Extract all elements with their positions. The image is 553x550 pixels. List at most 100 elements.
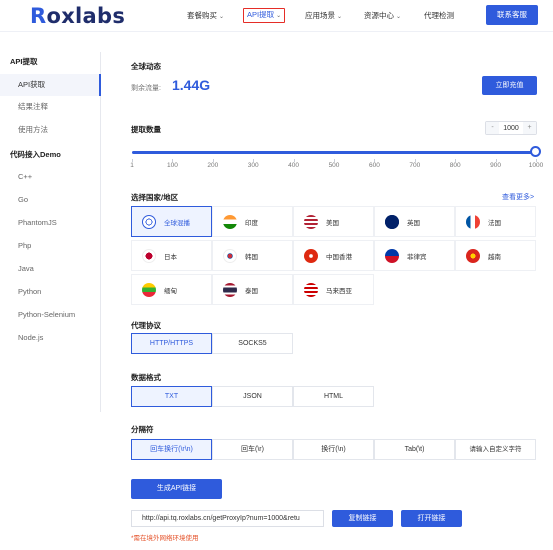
chevron-down-icon: ⌄ — [219, 14, 225, 20]
region-label: 全球混播 — [164, 219, 190, 227]
sidebar-item-nodejs[interactable]: Node.js — [0, 327, 101, 349]
separator-title: 分隔符 — [131, 425, 154, 434]
chevron-down-icon: ⌄ — [337, 14, 343, 20]
usa-flag-icon — [304, 214, 318, 229]
myanmar-flag-icon — [142, 282, 156, 297]
separator-cr-option[interactable]: 回车(\r) — [212, 439, 293, 460]
france-flag-icon — [466, 214, 480, 229]
sidebar-item-usage[interactable]: 使用方法 — [0, 119, 101, 141]
region-option[interactable]: 缅甸 — [131, 274, 212, 305]
open-link-button[interactable]: 打开链接 — [401, 510, 462, 527]
sidebar-item-java[interactable]: Java — [0, 258, 101, 280]
contact-support-button[interactable]: 联系客服 — [486, 5, 538, 25]
format-json-option[interactable]: JSON — [212, 386, 293, 407]
nav-packages[interactable]: 套餐购买 ⌄ — [187, 8, 224, 23]
region-option[interactable]: 法国 — [455, 206, 536, 237]
sidebar-group-api: API提取 — [10, 57, 38, 66]
region-option[interactable]: 日本 — [131, 240, 212, 271]
protocol-socks5-option[interactable]: SOCKS5 — [212, 333, 293, 354]
hongkong-flag-icon — [304, 248, 318, 263]
protocol-http-option[interactable]: HTTP/HTTPS — [131, 333, 212, 354]
region-option[interactable]: 中国香港 — [293, 240, 374, 271]
region-label: 韩国 — [245, 253, 258, 261]
chevron-down-icon: ⌄ — [396, 14, 402, 20]
copy-link-button[interactable]: 复制链接 — [332, 510, 393, 527]
slider-tick-label: 400 — [288, 162, 300, 169]
region-option[interactable]: 越南 — [455, 240, 536, 271]
region-label: 美国 — [326, 219, 339, 227]
api-url-field[interactable]: http://api.tq.roxlabs.cn/getProxyIp?num=… — [131, 510, 324, 527]
region-label: 日本 — [164, 253, 177, 261]
sidebar-item-phantomjs[interactable]: PhantomJS — [0, 212, 101, 234]
quantity-slider-track[interactable] — [132, 151, 536, 154]
slider-tick-label: 200 — [207, 162, 219, 169]
globe-icon — [142, 214, 156, 229]
nav-resources[interactable]: 资源中心 ⌄ — [364, 8, 401, 23]
separator-crlf-option[interactable]: 回车换行(\r\n) — [131, 439, 212, 460]
region-option[interactable]: 韩国 — [212, 240, 293, 271]
nav-proxy-check[interactable]: 代理检测 — [424, 8, 454, 23]
separator-tab-option[interactable]: Tab(\t) — [374, 439, 455, 460]
recharge-button[interactable]: 立即充值 — [482, 76, 537, 95]
quantity-title: 提取数量 — [131, 125, 161, 134]
traffic-title: 全球动态 — [131, 62, 161, 71]
roxlabs-logo[interactable]: Roxlabs — [30, 4, 125, 28]
view-more-link[interactable]: 查看更多> — [502, 192, 534, 202]
sidebar-item-python-selenium[interactable]: Python-Selenium — [0, 304, 101, 326]
vietnam-flag-icon — [466, 248, 480, 263]
sidebar-item-php[interactable]: Php — [0, 235, 101, 257]
japan-flag-icon — [142, 248, 156, 263]
philippines-flag-icon — [385, 248, 399, 263]
quantity-stepper: - 1000 + — [485, 121, 537, 135]
decrement-button[interactable]: - — [486, 122, 499, 134]
increment-button[interactable]: + — [523, 122, 536, 134]
format-title: 数据格式 — [131, 373, 161, 382]
quantity-input[interactable]: 1000 — [499, 125, 523, 132]
korea-flag-icon — [223, 248, 237, 263]
region-label: 印度 — [245, 219, 258, 227]
region-option[interactable]: 菲律宾 — [374, 240, 455, 271]
region-label: 泰国 — [245, 287, 258, 295]
region-label: 越南 — [488, 253, 501, 261]
sidebar-item-result-notes[interactable]: 结果注释 — [0, 96, 101, 118]
sidebar-group-demo: 代码接入Demo — [10, 150, 61, 159]
slider-tick-label: 900 — [490, 162, 502, 169]
sidebar-item-cpp[interactable]: C++ — [0, 166, 101, 188]
sidebar-item-python[interactable]: Python — [0, 281, 101, 303]
separator-custom-input[interactable]: 请输入自定义字符 — [455, 439, 536, 460]
region-option[interactable]: 泰国 — [212, 274, 293, 305]
region-label: 缅甸 — [164, 287, 177, 295]
remaining-traffic-label: 剩余流量: — [131, 85, 161, 92]
region-label: 马来西亚 — [326, 287, 352, 295]
uk-flag-icon — [385, 214, 399, 229]
nav-api-extract[interactable]: API提取 ⌄ — [243, 8, 286, 23]
malaysia-flag-icon — [304, 282, 318, 297]
region-option[interactable]: 英国 — [374, 206, 455, 237]
sidebar-item-go[interactable]: Go — [0, 189, 101, 211]
slider-tick-label: 1000 — [528, 162, 544, 169]
region-label: 英国 — [407, 219, 420, 227]
nav-use-cases[interactable]: 应用场景 ⌄ — [305, 8, 342, 23]
region-title: 选择国家/地区 — [131, 193, 179, 202]
slider-tick-label: 300 — [247, 162, 259, 169]
slider-tick-label: 500 — [328, 162, 340, 169]
sidebar: API提取 API获取 结果注释 使用方法 代码接入Demo C++ Go Ph… — [0, 52, 101, 412]
slider-tick-label: 800 — [449, 162, 461, 169]
slider-tick-label: 1 — [130, 162, 134, 169]
india-flag-icon — [223, 214, 237, 229]
region-option[interactable]: 马来西亚 — [293, 274, 374, 305]
slider-tick-label: 600 — [368, 162, 380, 169]
region-option[interactable]: 全球混播 — [131, 206, 212, 237]
slider-tick-label: 700 — [409, 162, 421, 169]
separator-lf-option[interactable]: 换行(\n) — [293, 439, 374, 460]
thailand-flag-icon — [223, 282, 237, 297]
format-txt-option[interactable]: TXT — [131, 386, 212, 407]
region-label: 法国 — [488, 219, 501, 227]
sidebar-item-api-get[interactable]: API获取 — [0, 74, 101, 96]
region-option[interactable]: 印度 — [212, 206, 293, 237]
region-option[interactable]: 美国 — [293, 206, 374, 237]
format-html-option[interactable]: HTML — [293, 386, 374, 407]
region-label: 菲律宾 — [407, 253, 427, 261]
quantity-slider-handle[interactable] — [530, 146, 541, 157]
generate-api-link-button[interactable]: 生成API链接 — [131, 479, 222, 499]
